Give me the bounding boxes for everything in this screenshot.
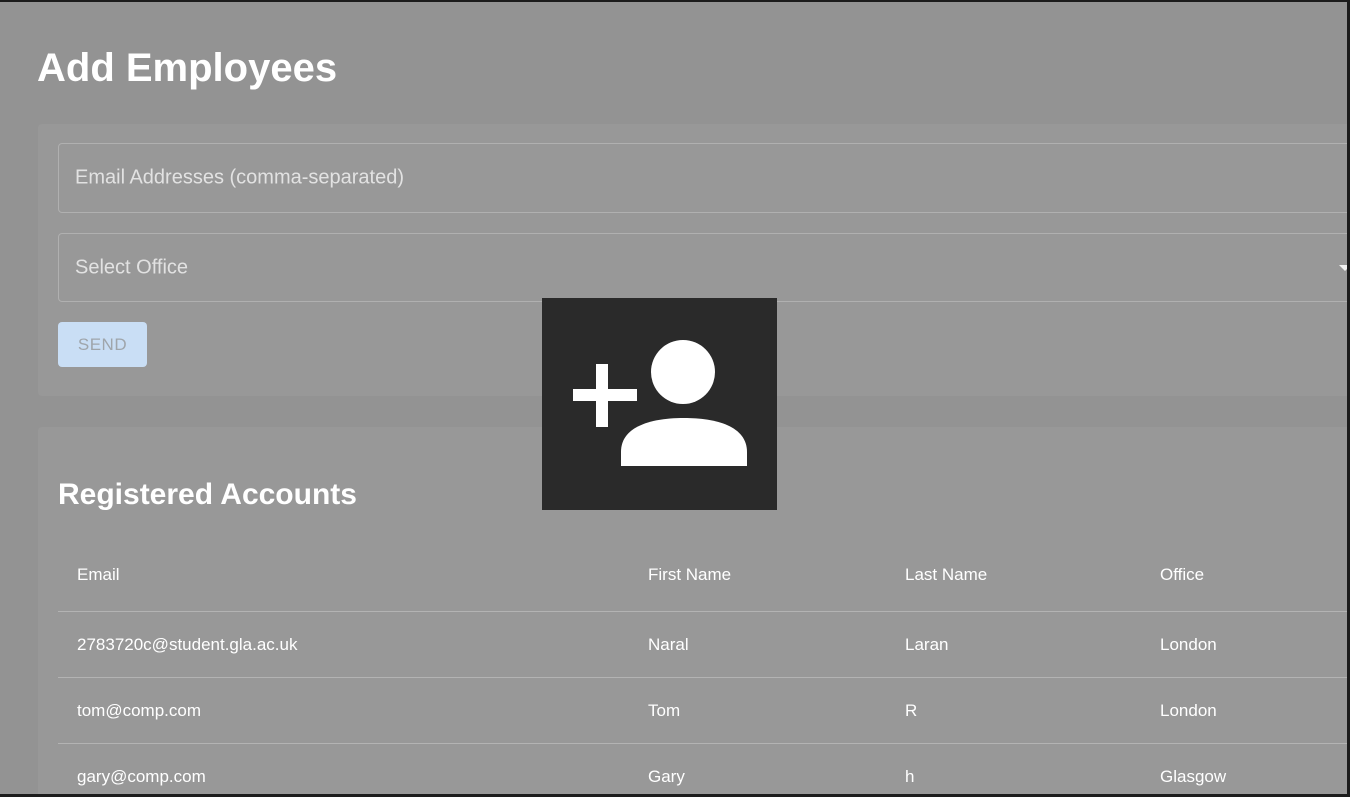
column-header-first-name: First Name [629, 539, 886, 612]
cell-last-name: h [886, 743, 1141, 794]
cell-last-name: Laran [886, 611, 1141, 678]
cell-office: London [1141, 677, 1347, 744]
cell-office: Glasgow [1141, 743, 1347, 794]
email-addresses-placeholder: Email Addresses (comma-separated) [75, 166, 405, 189]
email-addresses-field[interactable]: Email Addresses (comma-separated) [58, 143, 1347, 213]
cell-first-name: Gary [629, 743, 886, 794]
add-person-overlay [542, 298, 777, 510]
cell-email: 2783720c@student.gla.ac.uk [58, 611, 629, 678]
column-header-office: Office [1141, 539, 1347, 612]
cell-last-name: R [886, 677, 1141, 744]
table-header-row: Email First Name Last Name Office [58, 539, 1347, 612]
dropdown-arrow-icon [1339, 264, 1347, 271]
office-select-placeholder: Select Office [75, 256, 189, 278]
add-employees-page: Add Employees Email Addresses (comma-sep… [0, 2, 1347, 794]
column-header-email: Email [58, 539, 629, 612]
page-title: Add Employees [37, 46, 338, 90]
table-row: tom@comp.com Tom R London [58, 677, 1347, 744]
table-row: 2783720c@student.gla.ac.uk Naral Laran L… [58, 611, 1347, 678]
registered-accounts-title: Registered Accounts [58, 478, 357, 511]
table-row: gary@comp.com Gary h Glasgow [58, 743, 1347, 794]
add-person-icon [573, 340, 747, 466]
office-select[interactable]: Select Office [58, 233, 1347, 302]
cell-office: London [1141, 611, 1347, 678]
column-header-last-name: Last Name [886, 539, 1141, 612]
accounts-table: Email First Name Last Name Office 278372… [58, 539, 1347, 794]
cell-email: tom@comp.com [58, 677, 629, 744]
send-button[interactable]: SEND [58, 322, 147, 367]
cell-first-name: Naral [629, 611, 886, 678]
cell-first-name: Tom [629, 677, 886, 744]
cell-email: gary@comp.com [58, 743, 629, 794]
